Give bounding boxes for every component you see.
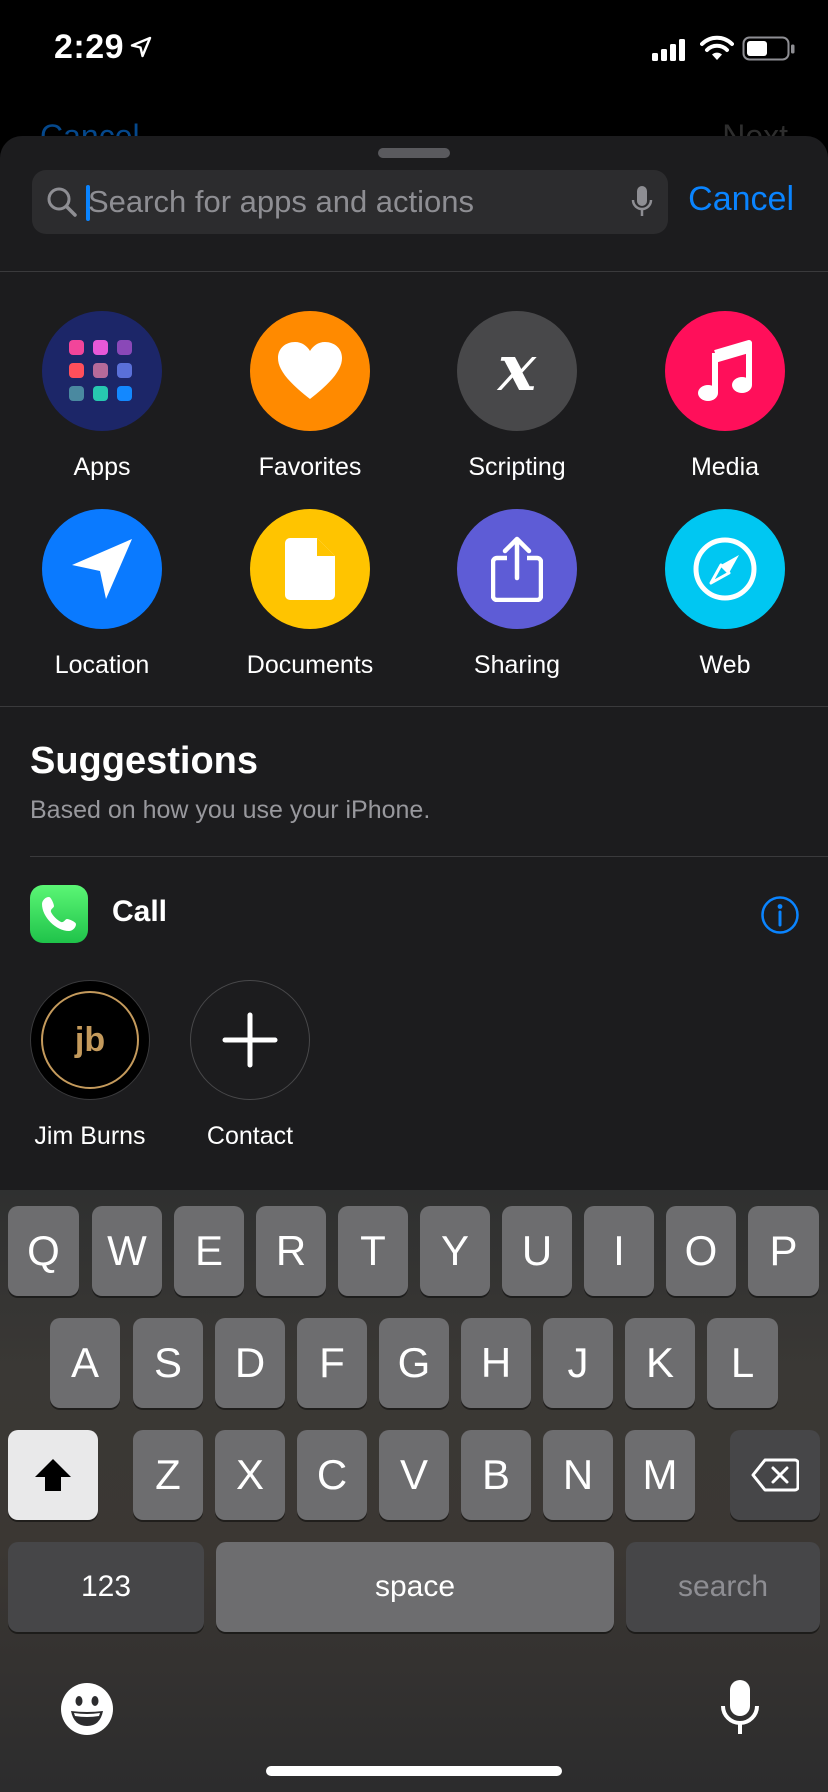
- category-web[interactable]: Web: [625, 509, 825, 680]
- key-x[interactable]: X: [215, 1430, 285, 1520]
- contact-jim-burns[interactable]: jb Jim Burns: [10, 980, 170, 1151]
- call-action-row[interactable]: Call: [30, 885, 800, 943]
- avatar-initials: jb: [74, 1020, 106, 1059]
- share-icon: [457, 509, 577, 629]
- wifi-icon: [700, 35, 734, 60]
- status-bar: 2:29: [0, 0, 828, 100]
- battery-icon: [742, 36, 795, 61]
- key-f[interactable]: F: [297, 1318, 367, 1408]
- search-input[interactable]: [88, 170, 608, 234]
- key-l[interactable]: L: [707, 1318, 778, 1408]
- key-b[interactable]: B: [461, 1430, 531, 1520]
- music-note-icon: [665, 311, 785, 431]
- divider: [30, 856, 828, 857]
- key-y[interactable]: Y: [420, 1206, 490, 1296]
- key-n[interactable]: N: [543, 1430, 613, 1520]
- search-return-key[interactable]: search: [626, 1542, 820, 1632]
- category-location[interactable]: Location: [2, 509, 202, 680]
- category-label: Apps: [73, 453, 131, 481]
- category-label: Sharing: [473, 651, 561, 679]
- category-favorites[interactable]: Favorites: [210, 311, 410, 482]
- category-sharing[interactable]: Sharing: [417, 509, 617, 680]
- key-s[interactable]: S: [133, 1318, 203, 1408]
- category-label: Location: [54, 651, 150, 679]
- shift-icon: [35, 1459, 71, 1491]
- divider: [0, 271, 828, 272]
- category-label: Favorites: [258, 453, 362, 481]
- key-m[interactable]: M: [625, 1430, 695, 1520]
- category-label: Web: [699, 651, 751, 679]
- info-icon[interactable]: [760, 895, 800, 935]
- key-p[interactable]: P: [748, 1206, 819, 1296]
- category-scripting[interactable]: x Scripting: [417, 311, 617, 482]
- contact-label: Contact: [206, 1122, 294, 1150]
- dictation-mic-icon[interactable]: [630, 184, 654, 220]
- delete-key[interactable]: [730, 1430, 820, 1520]
- key-o[interactable]: O: [666, 1206, 736, 1296]
- key-z[interactable]: Z: [133, 1430, 203, 1520]
- category-label: Media: [690, 453, 760, 481]
- heart-icon: [250, 311, 370, 431]
- keyboard: Q W E R T Y U I O P A S D F G H J K L Z …: [0, 1190, 828, 1792]
- compass-icon: [665, 509, 785, 629]
- location-services-icon: [130, 36, 152, 58]
- category-media[interactable]: Media: [625, 311, 825, 482]
- search-icon: [47, 187, 77, 217]
- sheet-grabber[interactable]: [378, 148, 450, 158]
- phone-app-icon: [30, 885, 88, 943]
- key-t[interactable]: T: [338, 1206, 408, 1296]
- key-r[interactable]: R: [256, 1206, 326, 1296]
- apps-grid-icon: [42, 311, 162, 431]
- key-d[interactable]: D: [215, 1318, 285, 1408]
- shift-key[interactable]: [8, 1430, 98, 1520]
- dictation-icon[interactable]: [720, 1678, 760, 1738]
- key-g[interactable]: G: [379, 1318, 449, 1408]
- category-label: Documents: [246, 651, 374, 679]
- suggestions-subtitle: Based on how you use your iPhone.: [30, 796, 431, 824]
- contact-name: Jim Burns: [34, 1122, 146, 1150]
- status-time: 2:29: [54, 28, 125, 66]
- key-c[interactable]: C: [297, 1430, 367, 1520]
- key-u[interactable]: U: [502, 1206, 572, 1296]
- key-j[interactable]: J: [543, 1318, 613, 1408]
- search-bar[interactable]: [32, 170, 668, 234]
- emoji-icon[interactable]: [60, 1682, 114, 1736]
- category-label: Scripting: [468, 453, 566, 481]
- key-w[interactable]: W: [92, 1206, 162, 1296]
- category-apps[interactable]: Apps: [2, 311, 202, 482]
- add-contact-button[interactable]: Contact: [170, 980, 330, 1151]
- divider: [0, 706, 828, 707]
- scripting-x-icon: x: [457, 311, 577, 431]
- key-h[interactable]: H: [461, 1318, 531, 1408]
- cancel-button[interactable]: Cancel: [688, 180, 794, 219]
- cellular-signal-icon: [652, 39, 685, 61]
- key-e[interactable]: E: [174, 1206, 244, 1296]
- location-arrow-icon: [42, 509, 162, 629]
- avatar: jb: [30, 980, 150, 1100]
- home-indicator[interactable]: [266, 1766, 562, 1776]
- key-q[interactable]: Q: [8, 1206, 79, 1296]
- document-icon: [250, 509, 370, 629]
- plus-icon: [190, 980, 310, 1100]
- key-v[interactable]: V: [379, 1430, 449, 1520]
- key-i[interactable]: I: [584, 1206, 654, 1296]
- backspace-icon: [751, 1458, 799, 1492]
- numbers-key[interactable]: 123: [8, 1542, 204, 1632]
- key-k[interactable]: K: [625, 1318, 695, 1408]
- suggestions-heading: Suggestions: [30, 740, 259, 782]
- space-key[interactable]: space: [216, 1542, 614, 1632]
- key-a[interactable]: A: [50, 1318, 120, 1408]
- category-documents[interactable]: Documents: [210, 509, 410, 680]
- call-action-label: Call: [112, 895, 168, 928]
